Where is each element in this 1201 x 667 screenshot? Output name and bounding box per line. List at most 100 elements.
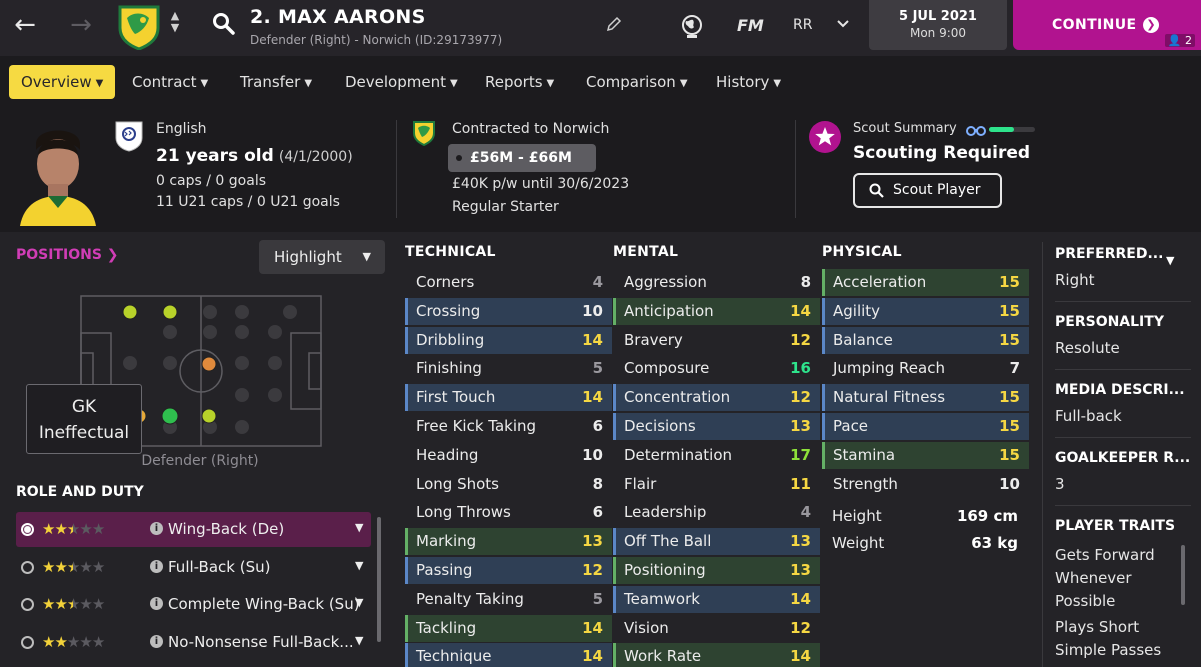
- chevron-down-icon[interactable]: ▼: [355, 634, 363, 647]
- role-row[interactable]: ★★★★★ i No-Nonsense Full-Back... ▼: [16, 625, 371, 660]
- attribute-row[interactable]: Long Shots 8: [405, 471, 612, 498]
- role-row[interactable]: ★★★★★ i Complete Wing-Back (Su) ▼: [16, 587, 371, 622]
- attribute-row[interactable]: Vision 12: [613, 615, 820, 642]
- positions-link[interactable]: POSITIONS ❯: [16, 247, 119, 263]
- attribute-row[interactable]: Natural Fitness 15: [822, 384, 1029, 412]
- tab-reports[interactable]: Reports ▼: [473, 65, 566, 99]
- attribute-value: 13: [790, 532, 811, 551]
- attribute-row[interactable]: Flair 11: [613, 471, 820, 498]
- role-name: No-Nonsense Full-Back...: [168, 632, 354, 651]
- gk-rating-tooltip: GK Ineffectual: [26, 384, 142, 454]
- attribute-row[interactable]: Pace 15: [822, 413, 1029, 440]
- role-radio[interactable]: [21, 523, 34, 536]
- chevron-down-icon[interactable]: ▼: [1166, 254, 1174, 267]
- chevron-down-icon[interactable]: [836, 17, 850, 31]
- tab-contract[interactable]: Contract ▼: [120, 65, 220, 99]
- attribute-row[interactable]: Dribbling 14: [405, 326, 612, 354]
- role-radio[interactable]: [21, 598, 34, 611]
- attribute-row[interactable]: Work Rate 14: [613, 643, 820, 667]
- role-row[interactable]: ★★★★★ i Wing-Back (De) ▼: [16, 512, 371, 547]
- chevron-down-icon[interactable]: ▼: [355, 559, 363, 572]
- attribute-row[interactable]: Leadership 4: [613, 499, 820, 526]
- attribute-name: Leadership: [624, 503, 707, 522]
- attribute-name: Heading: [416, 445, 479, 464]
- attribute-row[interactable]: Determination 17: [613, 442, 820, 469]
- attribute-row[interactable]: Stamina 15: [822, 441, 1029, 469]
- attribute-row[interactable]: Corners 4: [405, 269, 612, 296]
- attribute-row[interactable]: Penalty Taking 5: [405, 586, 612, 613]
- attribute-row[interactable]: Technique 14: [405, 643, 612, 667]
- user-initials[interactable]: RR: [793, 17, 812, 33]
- attribute-row[interactable]: Off The Ball 13: [613, 528, 820, 556]
- scout-player-button[interactable]: Scout Player: [853, 173, 1002, 208]
- attribute-row[interactable]: Acceleration 15: [822, 269, 1029, 296]
- attribute-row[interactable]: Composure 16: [613, 355, 820, 382]
- attribute-row[interactable]: Teamwork 14: [613, 585, 820, 613]
- tab-transfer[interactable]: Transfer ▼: [228, 65, 324, 99]
- roles-scrollbar[interactable]: [377, 517, 381, 642]
- continue-button[interactable]: CONTINUE ❯ 👤 2: [1013, 0, 1201, 50]
- attribute-row[interactable]: Passing 12: [405, 557, 612, 584]
- attribute-row[interactable]: Jumping Reach 7: [822, 355, 1029, 382]
- attribute-row[interactable]: Long Throws 6: [405, 499, 612, 526]
- divider: [1042, 242, 1043, 667]
- attribute-row[interactable]: Marking 13: [405, 528, 612, 556]
- attribute-value: 15: [999, 445, 1020, 464]
- attribute-row[interactable]: Heading 10: [405, 442, 612, 469]
- date-display[interactable]: 5 JUL 2021 Mon 9:00: [869, 0, 1007, 50]
- attribute-name: Work Rate: [624, 647, 702, 666]
- club-crest-icon[interactable]: [117, 4, 161, 50]
- attribute-row[interactable]: Anticipation 14: [613, 297, 820, 325]
- divider: [1055, 437, 1191, 438]
- cycle-player-arrows-icon[interactable]: ▲ ▼: [168, 10, 182, 34]
- tab-development[interactable]: Development ▼: [333, 65, 470, 99]
- info-icon[interactable]: i: [150, 522, 163, 535]
- edit-pencil-icon[interactable]: [606, 16, 622, 32]
- attribute-row[interactable]: Balance 15: [822, 326, 1029, 354]
- forward-arrow-icon[interactable]: →: [66, 10, 96, 40]
- traits-scrollbar[interactable]: [1181, 545, 1185, 605]
- attribute-row[interactable]: Tackling 14: [405, 614, 612, 642]
- attribute-row[interactable]: Free Kick Taking 6: [405, 413, 612, 440]
- attribute-name: Free Kick Taking: [416, 417, 537, 435]
- manager-count-badge: 👤 2: [1164, 34, 1195, 47]
- attribute-row[interactable]: Decisions 13: [613, 413, 820, 440]
- info-icon[interactable]: i: [150, 597, 163, 610]
- tooltip-rating: Ineffectual: [38, 423, 130, 443]
- fm-logo[interactable]: FM: [737, 16, 764, 35]
- attribute-name: Natural Fitness: [833, 388, 946, 407]
- tab-comparison[interactable]: Comparison ▼: [574, 65, 700, 99]
- search-icon[interactable]: [212, 12, 236, 36]
- chevron-down-icon[interactable]: ▼: [355, 596, 363, 609]
- attribute-row[interactable]: Finishing 5: [405, 355, 612, 382]
- divider: [1055, 301, 1191, 302]
- attribute-row[interactable]: Agility 15: [822, 297, 1029, 325]
- info-icon[interactable]: i: [150, 559, 163, 573]
- attribute-value: 6: [592, 417, 603, 435]
- attribute-value: 12: [790, 618, 811, 637]
- attribute-row[interactable]: Strength 10: [822, 471, 1029, 498]
- chevron-down-icon: ▼: [362, 250, 371, 263]
- tab-history[interactable]: History ▼: [704, 65, 793, 99]
- attribute-row[interactable]: First Touch 14: [405, 384, 612, 412]
- chevron-down-icon[interactable]: ▼: [355, 521, 363, 534]
- attribute-row[interactable]: Bravery 12: [613, 327, 820, 354]
- transfer-value-tag[interactable]: £56M - £66M: [448, 144, 596, 172]
- attribute-value: 11: [790, 474, 811, 493]
- attribute-row[interactable]: Crossing 10: [405, 297, 612, 325]
- role-row[interactable]: ★★★★★ i Full-Back (Su) ▼: [16, 550, 371, 585]
- world-globe-icon[interactable]: [680, 14, 704, 40]
- scout-knowledge-fill: [989, 127, 1015, 132]
- tab-overview[interactable]: Overview ▼: [9, 65, 116, 99]
- info-icon[interactable]: i: [150, 634, 163, 648]
- scout-summary-label: Scout Summary: [853, 121, 957, 136]
- back-arrow-icon[interactable]: ←: [10, 10, 40, 40]
- attribute-name: Pace: [833, 417, 869, 435]
- attribute-row[interactable]: Concentration 12: [613, 384, 820, 412]
- role-radio[interactable]: [21, 560, 34, 574]
- attribute-row[interactable]: Aggression 8: [613, 269, 820, 296]
- role-radio[interactable]: [21, 635, 34, 649]
- attribute-row[interactable]: Positioning 13: [613, 557, 820, 584]
- attribute-value: 8: [800, 273, 811, 291]
- highlight-dropdown[interactable]: Highlight ▼: [259, 240, 385, 274]
